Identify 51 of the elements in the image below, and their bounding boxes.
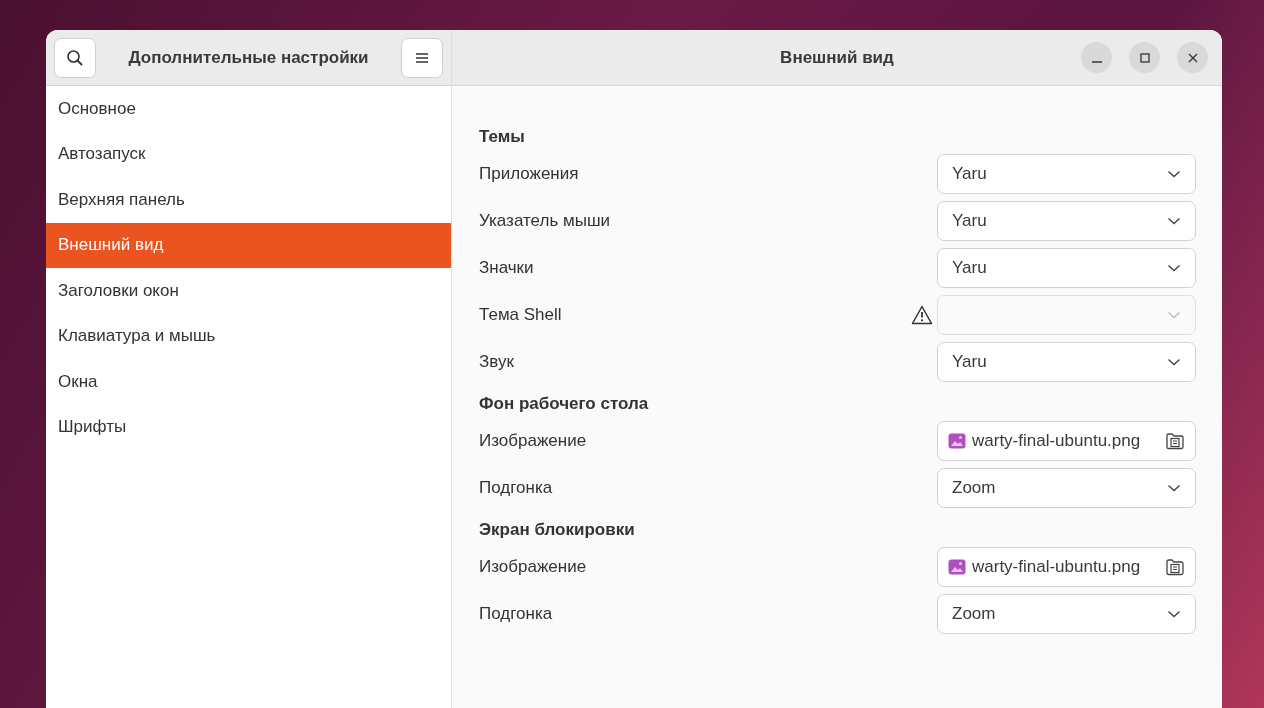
file-chooser-button[interactable]: warty-final-ubuntu.png xyxy=(937,420,1196,461)
image-file-icon xyxy=(948,432,966,449)
chevron-down-icon xyxy=(1167,609,1181,618)
sidebar-title: Дополнительные настройки xyxy=(128,47,369,68)
menu-button[interactable] xyxy=(401,37,443,78)
chevron-down-icon xyxy=(1167,169,1181,178)
chevron-down-icon xyxy=(1167,216,1181,225)
window-title: Внешний вид xyxy=(780,47,894,68)
dropdown[interactable]: Yaru xyxy=(937,247,1196,288)
setting-label: Звук xyxy=(479,351,514,372)
folder-icon xyxy=(1165,431,1185,450)
setting-label: Приложения xyxy=(479,163,579,184)
setting-label: Подгонка xyxy=(479,603,553,624)
search-icon xyxy=(66,48,84,67)
setting-label: Подгонка xyxy=(479,477,553,498)
search-button[interactable] xyxy=(54,37,96,78)
menu-icon xyxy=(415,51,429,64)
minimize-button[interactable] xyxy=(1081,42,1112,73)
chevron-down-icon xyxy=(1167,357,1181,366)
folder-icon xyxy=(1165,557,1185,576)
sidebar-item[interactable]: Окна xyxy=(46,359,451,405)
setting-label: Указатель мыши xyxy=(479,210,610,231)
dropdown[interactable]: Zoom xyxy=(937,593,1196,634)
section-heading: Темы xyxy=(479,126,526,148)
sidebar-item[interactable]: Автозапуск xyxy=(46,131,451,177)
file-chooser-button[interactable]: warty-final-ubuntu.png xyxy=(937,546,1196,587)
maximize-button[interactable] xyxy=(1129,42,1160,73)
dropdown[interactable]: Yaru xyxy=(937,200,1196,241)
chevron-down-icon xyxy=(1167,263,1181,272)
section-heading: Экран блокировки xyxy=(479,519,636,541)
chevron-down-icon xyxy=(1167,310,1181,319)
chevron-down-icon xyxy=(1167,483,1181,492)
section-heading: Фон рабочего стола xyxy=(479,393,650,415)
sidebar-item[interactable]: Заголовки окон xyxy=(46,268,451,314)
sidebar-item[interactable]: Верхняя панель xyxy=(46,177,451,223)
sidebar-item[interactable]: Основное xyxy=(46,86,451,132)
dropdown[interactable]: Yaru xyxy=(937,153,1196,194)
dropdown[interactable]: Zoom xyxy=(937,467,1196,508)
sidebar-item[interactable]: Шрифты xyxy=(46,404,451,450)
close-icon xyxy=(1187,52,1198,63)
setting-label: Значки xyxy=(479,257,534,278)
dropdown[interactable]: Yaru xyxy=(937,341,1196,382)
sidebar-item[interactable]: Клавиатура и мышь xyxy=(46,313,451,359)
minimize-icon xyxy=(1091,60,1102,63)
setting-label: Тема Shell xyxy=(479,304,562,325)
setting-label: Изображение xyxy=(479,556,587,577)
image-file-icon xyxy=(948,558,966,575)
close-button[interactable] xyxy=(1177,42,1208,73)
maximize-icon xyxy=(1139,52,1150,63)
sidebar-item[interactable]: Внешний вид xyxy=(46,222,451,268)
setting-label: Изображение xyxy=(479,430,587,451)
